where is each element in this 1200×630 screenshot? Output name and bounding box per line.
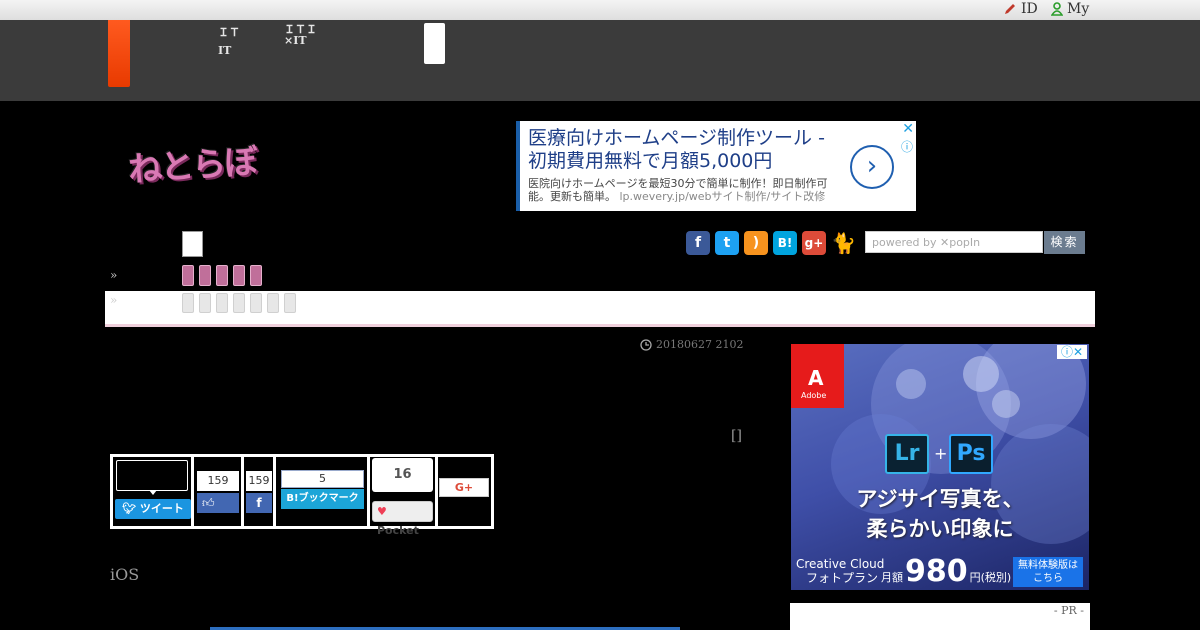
adobe-a-icon: A: [808, 366, 824, 390]
fb-like-count: 159: [197, 471, 239, 491]
category-tab[interactable]: [199, 265, 211, 286]
breadcrumb-raquo-1: »: [110, 268, 118, 282]
category-tab[interactable]: [233, 265, 245, 286]
pocket-label: Pocket: [377, 524, 419, 537]
sub-category-tab[interactable]: [250, 293, 262, 313]
sub-category-tab[interactable]: [182, 293, 194, 313]
nav-item-it[interactable]: ＩＴ IT: [218, 24, 240, 60]
tweet-button[interactable]: 🐦︎ ツイート: [115, 499, 191, 519]
breadcrumb-raquo-2: »: [110, 293, 118, 307]
side-ad-adobe[interactable]: A Adobe ⓘ✕ Lr + Ps アジサイ写真を、 柔らかい印象に Crea…: [791, 344, 1089, 590]
fb-share-button[interactable]: f: [246, 493, 272, 513]
banner-ad[interactable]: 医療向けホームページ制作ツール - 初期費用無料で月額5,000円 医院向けホー…: [516, 121, 916, 211]
adobe-logo: A Adobe: [791, 344, 844, 408]
twitter-icon[interactable]: t: [715, 231, 739, 255]
chevron-right-icon[interactable]: ›: [850, 145, 894, 189]
thumbs-up-icon: 👍︎: [202, 496, 215, 510]
cat-icon[interactable]: 🐈: [831, 231, 856, 255]
close-icon[interactable]: ✕: [902, 121, 914, 137]
header-white-box[interactable]: [424, 23, 445, 64]
hatena-bookmark-button[interactable]: B!ブックマーク: [281, 489, 364, 509]
pencil-icon: [1005, 4, 1015, 14]
pocket-cell: 16 ♥︎ Pocket: [370, 457, 435, 537]
fb-like-cell: 159 👍︎: [194, 457, 241, 526]
itmedia-logo-tab[interactable]: [108, 20, 130, 87]
site-header: [0, 20, 1200, 101]
nav-item-x-it-line2: ×IT: [284, 34, 307, 47]
search-input[interactable]: powered by ✕popIn: [865, 231, 1043, 253]
hatena-icon[interactable]: B!: [773, 231, 797, 255]
category-tab[interactable]: [216, 265, 228, 286]
category-tab[interactable]: [250, 265, 262, 286]
fb-share-cell: 159 f: [244, 457, 273, 526]
sub-category-tab[interactable]: [284, 293, 296, 313]
side-ad-product-2: フォトプラン: [806, 571, 879, 585]
netorabo-logo[interactable]: ねとらぼ: [126, 134, 257, 192]
price-prefix: 月額: [881, 571, 903, 584]
share-buttons: 🐦︎ ツイート 159 👍︎ 159 f 5 B!ブックマーク 16 ♥︎ Po…: [110, 454, 494, 537]
fb-share-count: 159: [246, 471, 272, 491]
side-ad-headline-1: アジサイ写真を、: [856, 487, 1024, 511]
clock-icon: [640, 338, 652, 351]
rss-icon[interactable]: ): [744, 231, 768, 255]
my-link-label: My: [1067, 1, 1090, 17]
info-icon[interactable]: ⓘ: [901, 138, 913, 155]
user-icon: [1051, 2, 1063, 16]
nav-item-it-line2: IT: [218, 44, 232, 57]
my-link[interactable]: My: [1051, 1, 1089, 17]
search-button[interactable]: 検索: [1044, 231, 1085, 254]
google-plus-icon[interactable]: g+: [802, 231, 826, 255]
hatena-cell: 5 B!ブックマーク: [276, 457, 367, 526]
side-ad-headline-2: 柔らかい印象に: [866, 517, 1014, 541]
sub-category-tab[interactable]: [199, 293, 211, 313]
tweet-count-pointer: [149, 490, 157, 495]
adobe-brand-label: Adobe: [801, 391, 827, 400]
facebook-icon: f: [256, 496, 262, 510]
side-ad-headline: アジサイ写真を、 柔らかい印象に: [791, 484, 1089, 544]
free-trial-button[interactable]: 無料体験版は こちら: [1013, 557, 1083, 587]
price-value: 980: [905, 554, 968, 589]
id-link-label: ID: [1021, 1, 1038, 17]
pocket-icon: ♥︎: [377, 505, 387, 518]
article-text-ios: iOS: [110, 565, 140, 584]
twitter-icon: 🐦︎: [122, 502, 140, 515]
nav-item-x-it[interactable]: ＩＴＩ ×IT: [284, 24, 317, 46]
gplus-cell: G+: [438, 457, 491, 526]
side-ad-price: 月額 980 円(税別): [881, 554, 1011, 589]
nav-item-it-line1: ＩＴ: [218, 26, 240, 39]
banner-ad-description: 医院向けホームページを最短30分で簡単に制作！即日制作可能。更新も簡単。 lp.…: [528, 177, 838, 203]
banner-ad-title[interactable]: 医療向けホームページ制作ツール - 初期費用無料で月額5,000円: [528, 127, 838, 173]
facebook-icon[interactable]: f: [686, 231, 710, 255]
bracket-mark: []: [731, 428, 742, 444]
sub-category-tab[interactable]: [233, 293, 245, 313]
datetime-text: 20180627 2102: [656, 338, 744, 351]
article-datetime: 20180627 2102: [640, 338, 743, 351]
top-utility-bar: ID My: [0, 0, 1200, 20]
pocket-count: 16: [372, 458, 433, 492]
category-tab[interactable]: [182, 265, 194, 286]
lightroom-icon: Lr: [885, 434, 929, 474]
tweet-count-box: [116, 460, 188, 491]
fb-like-button[interactable]: 👍︎: [197, 493, 239, 513]
ad-choices-close[interactable]: ⓘ✕: [1057, 345, 1087, 359]
photoshop-icon: Ps: [949, 434, 993, 474]
nav-white-tab[interactable]: [182, 231, 203, 257]
pr-label: - PR -: [790, 603, 1090, 630]
side-ad-product: Creative Cloud フォトプラン: [796, 557, 884, 585]
banner-ad-url: lp.wevery.jp/webサイト制作/サイト改修: [619, 190, 826, 203]
tweet-cell: 🐦︎ ツイート: [113, 457, 191, 526]
side-ad-product-1: Creative Cloud: [796, 557, 885, 571]
pocket-button[interactable]: ♥︎ Pocket: [372, 501, 433, 537]
sub-category-tab[interactable]: [216, 293, 228, 313]
tweet-label: ツイート: [139, 502, 184, 515]
hatena-count: 5: [281, 470, 364, 488]
sub-category-tab[interactable]: [267, 293, 279, 313]
plus-icon: +: [934, 444, 948, 463]
google-plus-button[interactable]: G+: [439, 478, 489, 497]
price-suffix: 円(税別): [969, 571, 1012, 584]
id-link[interactable]: ID: [1003, 1, 1038, 17]
